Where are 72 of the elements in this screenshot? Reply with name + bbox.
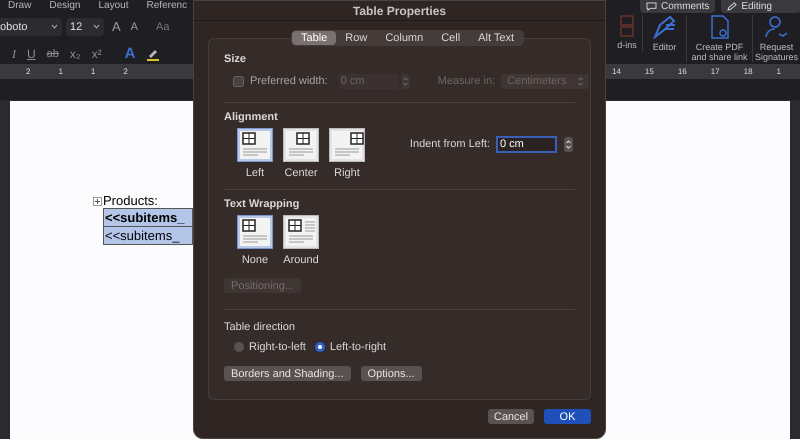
menu-tab[interactable]: Draw: [8, 0, 32, 11]
radio-label[interactable]: Left-to-right: [330, 339, 386, 356]
ruler-number: 14: [612, 66, 621, 78]
radio-label[interactable]: Right-to-left: [249, 339, 306, 356]
shrink-font-button[interactable]: A: [130, 18, 138, 35]
option-button[interactable]: Center: [283, 128, 319, 181]
option-button[interactable]: None: [237, 215, 273, 268]
ok-button[interactable]: OK: [544, 409, 591, 424]
grid-icon: [620, 15, 634, 37]
section-title: Table direction: [224, 320, 296, 334]
option-button[interactable]: Right: [329, 128, 365, 181]
table-move-handle-icon[interactable]: [93, 196, 102, 206]
field-label: Indent from Left:: [410, 136, 490, 152]
indent-field[interactable]: 0 cm: [496, 136, 557, 152]
ruler-number: 18: [744, 66, 753, 78]
underline-button[interactable]: U: [27, 45, 36, 64]
superscript-button[interactable]: x²: [92, 45, 102, 64]
ruler-number: 17: [710, 66, 720, 78]
radio-button[interactable]: [314, 342, 325, 352]
field-label: Measure in:: [438, 74, 496, 89]
option-button[interactable]: Left: [237, 128, 273, 181]
chevron-down-icon: [93, 24, 100, 30]
strikethrough-button[interactable]: ab: [46, 46, 59, 62]
ruler-number: 1: [90, 66, 96, 78]
font-name-field[interactable]: oboto: [0, 18, 62, 36]
comments-button[interactable]: Comments: [640, 0, 716, 13]
change-case-button[interactable]: Aa: [156, 18, 170, 35]
section-title: Size: [224, 53, 248, 66]
ribbon-button[interactable]: Request Signatures: [752, 15, 800, 62]
dialog-button[interactable]: Options...: [360, 366, 422, 380]
tab[interactable]: Row: [336, 31, 376, 45]
menu-tab[interactable]: Design: [49, 0, 80, 11]
ruler-number: 15: [644, 66, 654, 78]
ribbon-button[interactable]: d-ins: [612, 15, 642, 50]
tab[interactable]: Cell: [432, 31, 470, 45]
subscript-button[interactable]: x₂: [70, 45, 81, 64]
chevron-down-icon: [51, 24, 58, 30]
ruler-number: 16: [678, 66, 687, 78]
table-cell: <<subitems_: [104, 226, 192, 244]
speech-bubble-icon: [646, 2, 657, 11]
stepper[interactable]: [564, 136, 573, 152]
ribbon-button[interactable]: Create PDF and share link: [686, 15, 752, 62]
document-text: Products:: [103, 194, 158, 208]
tab[interactable]: Table: [292, 31, 336, 45]
person-signature-icon: [764, 15, 790, 39]
radio-button[interactable]: [234, 342, 244, 352]
up-down-chevron-icon: [578, 76, 584, 86]
ruler-number: 1: [58, 66, 63, 78]
ruler-number: 2: [26, 66, 30, 78]
tab[interactable]: Alt Text: [469, 31, 524, 45]
option-button[interactable]: Around: [283, 215, 319, 268]
cancel-button[interactable]: Cancel: [488, 409, 534, 424]
table-cell: <<subitems_: [104, 209, 192, 226]
ruler-number: 2: [123, 66, 128, 78]
tab[interactable]: Column: [376, 31, 432, 45]
italic-button[interactable]: I: [12, 45, 16, 64]
dialog-button[interactable]: Borders and Shading...: [224, 366, 351, 380]
ribbon-button[interactable]: Editor: [642, 15, 686, 52]
font-size-field[interactable]: 12: [66, 18, 104, 36]
pen-icon: [652, 15, 678, 39]
pencil-icon: [727, 2, 738, 11]
menu-tab[interactable]: Referenc: [146, 0, 188, 11]
highlighter-icon[interactable]: [146, 47, 160, 62]
editing-button[interactable]: Editing: [721, 0, 800, 13]
field-label: Preferred width:: [250, 74, 328, 89]
grow-font-button[interactable]: A: [112, 17, 121, 36]
dialog-title: Table Properties: [194, 1, 605, 21]
ruler-number: 1: [776, 66, 781, 78]
section-title: Text Wrapping: [224, 198, 300, 211]
document-link-icon: [708, 15, 730, 39]
section-title: Alignment: [224, 110, 279, 124]
menu-tab[interactable]: Layout: [98, 0, 129, 11]
